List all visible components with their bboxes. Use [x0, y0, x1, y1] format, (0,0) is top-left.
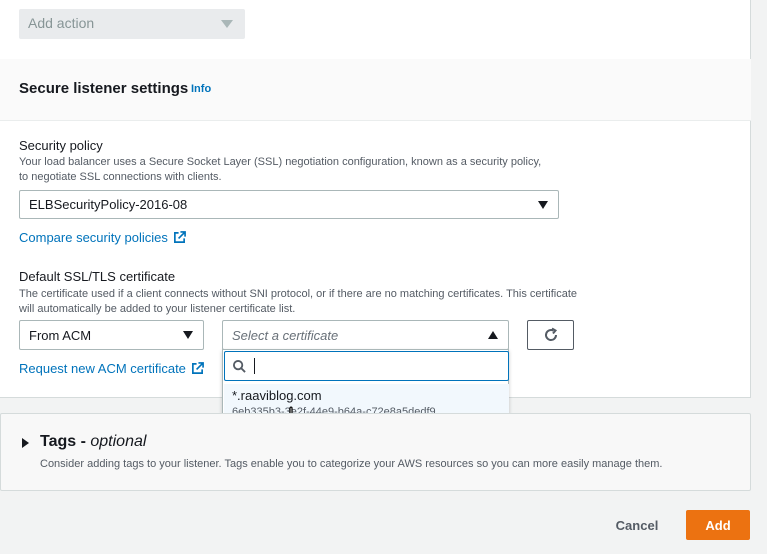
certificate-search-input[interactable]: [224, 351, 509, 381]
tags-panel: Tags - optional Consider adding tags to …: [0, 413, 751, 491]
caret-down-icon: [538, 200, 548, 209]
text-cursor: [254, 358, 255, 374]
certificate-source-select[interactable]: From ACM: [19, 320, 204, 350]
cancel-button[interactable]: Cancel: [603, 512, 671, 538]
certificate-select[interactable]: Select a certificate: [222, 320, 509, 350]
compare-policies-link[interactable]: Compare security policies: [19, 230, 186, 245]
certificate-description: The certificate used if a client connect…: [19, 288, 577, 315]
security-policy-label: Security policy: [19, 138, 103, 153]
certificate-option-name: *.raaviblog.com: [232, 388, 322, 403]
refresh-icon: [544, 327, 557, 341]
certificate-placeholder: Select a certificate: [232, 327, 339, 343]
secure-settings-header: Secure listener settings Info: [0, 59, 751, 121]
security-policy-description: Your load balancer uses a Secure Socket …: [19, 156, 542, 183]
request-certificate-link[interactable]: Request new ACM certificate: [19, 361, 204, 376]
refresh-button[interactable]: [527, 320, 574, 350]
external-link-icon: [191, 362, 204, 374]
add-action-placeholder: Add action: [28, 15, 95, 31]
add-button[interactable]: Add: [686, 510, 750, 540]
certificate-label: Default SSL/TLS certificate: [19, 269, 176, 284]
info-link[interactable]: Info: [191, 83, 211, 95]
listener-panel: Add action Secure listener settings Info…: [0, 0, 751, 398]
add-action-select: Add action: [19, 9, 245, 39]
caret-down-icon: [183, 331, 193, 339]
section-title: Secure listener settings: [19, 80, 189, 97]
certificate-source-value: From ACM: [29, 327, 92, 343]
caret-down-icon: [221, 20, 233, 28]
security-policy-value: ELBSecurityPolicy-2016-08: [29, 197, 188, 212]
external-link-icon: [173, 231, 186, 243]
caret-right-icon[interactable]: [22, 438, 29, 448]
caret-up-icon: [488, 331, 498, 339]
security-policy-select[interactable]: ELBSecurityPolicy-2016-08: [19, 190, 559, 219]
tags-description: Consider adding tags to your listener. T…: [40, 458, 663, 470]
search-icon: [233, 359, 246, 373]
tags-title[interactable]: Tags - optional: [40, 433, 146, 451]
